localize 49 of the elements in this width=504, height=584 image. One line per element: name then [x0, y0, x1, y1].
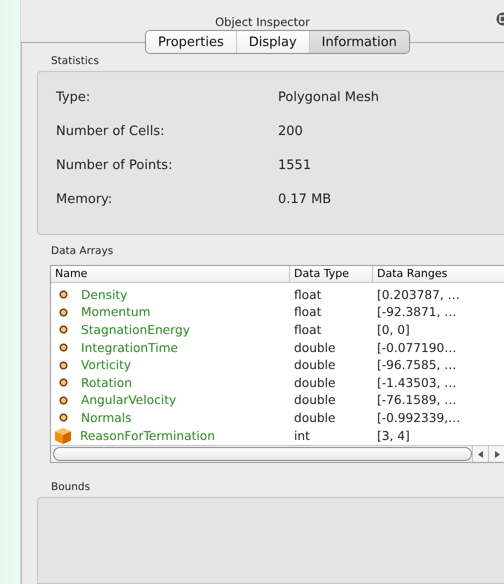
- stat-label: Type:: [56, 90, 92, 107]
- left-arrow-icon: [478, 450, 484, 458]
- array-name: IntegrationTime: [81, 340, 178, 355]
- group-title: Statistics: [50, 55, 100, 69]
- data-type-cell-text: float: [293, 322, 322, 337]
- cube-icon: [53, 426, 73, 445]
- column-header[interactable]: Name: [51, 266, 290, 282]
- stat-label: Memory:: [56, 192, 114, 209]
- data-type-cell-text: double: [293, 340, 337, 355]
- data-type-cell-text: double: [293, 376, 337, 390]
- data-type-cell-text: float: [293, 288, 322, 302]
- data-type-cell-text: double: [293, 393, 337, 408]
- stat-value: 200: [278, 124, 303, 141]
- data-type-cell-text: int: [293, 428, 311, 443]
- data-range-cell-text: [0, 0]: [376, 322, 411, 337]
- data-type-cell-text: double: [293, 410, 337, 425]
- tab[interactable]: Properties: [146, 31, 236, 53]
- data-type-cell-text: float: [293, 305, 322, 320]
- tab[interactable]: Display: [236, 31, 309, 53]
- array-name: Vorticity: [81, 358, 132, 372]
- stat-value: 0.17 MB: [278, 192, 332, 209]
- panel-title: Object Inspector: [215, 15, 310, 30]
- stat-value: 1551: [278, 158, 312, 175]
- stat-label: Number of Cells:: [56, 124, 166, 141]
- array-name: AngularVelocity: [81, 393, 176, 408]
- array-name: Momentum: [81, 305, 150, 320]
- data-range-cell-text: [-1.43503, …: [376, 376, 458, 390]
- data-range-cell-text: [3, 4]: [376, 428, 411, 443]
- array-name: Rotation: [81, 376, 132, 390]
- data-range-cell-text: [-92.3871, …: [376, 305, 458, 320]
- array-name: Normals: [81, 410, 132, 425]
- array-name: StagnationEnergy: [81, 322, 190, 337]
- data-range-cell-text: [-0.077190…: [376, 340, 458, 355]
- data-type-cell-text: double: [293, 358, 337, 372]
- stat-value: Polygonal Mesh: [278, 90, 380, 107]
- data-range-cell-text: [-0.992339,…: [376, 410, 462, 425]
- data-range-cell-text: [-96.7585, …: [376, 358, 458, 372]
- tab[interactable]: Information: [308, 31, 409, 53]
- column-header[interactable]: Data Ranges: [373, 266, 504, 282]
- scrollbar-thumb[interactable]: [53, 447, 472, 461]
- array-name: Density: [81, 288, 128, 302]
- right-arrow-icon: [494, 450, 500, 458]
- array-name: ReasonForTermination: [80, 428, 215, 443]
- group-title: Data Arrays: [50, 245, 114, 259]
- data-range-cell-text: [0.203787, …: [376, 288, 461, 302]
- stat-label: Number of Points:: [56, 158, 174, 175]
- group-title: Bounds: [50, 481, 92, 495]
- data-range-cell-text: [-76.1589, …: [376, 393, 458, 408]
- column-header[interactable]: Data Type: [290, 266, 373, 282]
